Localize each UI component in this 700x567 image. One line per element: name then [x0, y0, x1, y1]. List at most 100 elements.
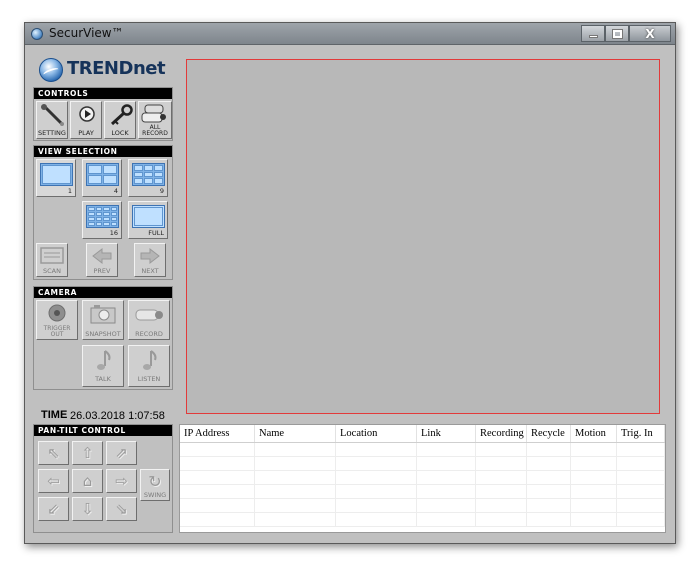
pan-left-button[interactable]: ⇦	[38, 469, 69, 493]
lock-label: LOCK	[111, 129, 129, 137]
table-row[interactable]	[180, 471, 665, 485]
close-button[interactable]: X	[629, 25, 671, 42]
minimize-button[interactable]	[581, 25, 605, 42]
arrow-down-left-icon: ⇙	[47, 500, 60, 518]
scan-button[interactable]: SCAN	[36, 243, 68, 277]
play-icon	[79, 106, 95, 122]
pan-down-left-button[interactable]: ⇙	[38, 497, 69, 521]
scan-icon	[40, 247, 64, 264]
table-cell	[476, 443, 527, 456]
play-button[interactable]: PLAY	[70, 101, 102, 139]
trendnet-logo: TRENDnet	[39, 55, 173, 85]
pan-up-left-button[interactable]: ⇖	[38, 441, 69, 465]
view-16-button[interactable]: 16	[82, 201, 122, 239]
talk-note-icon	[97, 350, 111, 370]
table-cell	[617, 499, 665, 512]
logo-text: TRENDnet	[67, 58, 166, 79]
table-row[interactable]	[180, 513, 665, 527]
table-cell	[617, 485, 665, 498]
pan-down-button[interactable]: ⇩	[72, 497, 103, 521]
view-selection-header: VIEW SELECTION	[34, 146, 172, 157]
column-header-ip-address[interactable]: IP Address	[180, 425, 255, 442]
view-9-label: 9	[159, 187, 164, 195]
listen-label: LISTEN	[137, 375, 161, 383]
table-cell	[180, 499, 255, 512]
column-header-link[interactable]: Link	[417, 425, 476, 442]
column-header-recycle[interactable]: Recycle	[527, 425, 571, 442]
column-header-trig-in[interactable]: Trig. In	[617, 425, 665, 442]
view-1-button[interactable]: 1	[36, 159, 76, 197]
view-4-label: 4	[113, 187, 118, 195]
setting-button[interactable]: SETTING	[36, 101, 68, 139]
table-cell	[617, 471, 665, 484]
table-cell	[417, 443, 476, 456]
swing-rotate-icon: ↻	[148, 471, 162, 491]
table-cell	[180, 443, 255, 456]
app-window: SecurView™ X TRENDnet CONTROLS SETTING P…	[24, 22, 676, 544]
table-cell	[417, 471, 476, 484]
snapshot-label: SNAPSHOT	[85, 330, 121, 338]
table-cell	[336, 471, 417, 484]
table-cell	[417, 513, 476, 526]
snapshot-button[interactable]: SNAPSHOT	[82, 300, 124, 340]
title-bar[interactable]: SecurView™ X	[25, 23, 675, 45]
table-cell	[617, 457, 665, 470]
table-cell	[180, 457, 255, 470]
video-display-area[interactable]	[186, 59, 660, 414]
controls-panel: CONTROLS SETTING PLAY LOCK ALL RECORD	[33, 87, 173, 141]
view-full-label: FULL	[148, 229, 164, 237]
table-cell	[336, 499, 417, 512]
pan-right-button[interactable]: ⇨	[106, 469, 137, 493]
trigger-out-label: TRIGGER OUT	[43, 325, 71, 338]
all-record-label: ALL RECORD	[142, 124, 168, 137]
prev-button[interactable]: PREV	[86, 243, 118, 277]
talk-button[interactable]: TALK	[82, 345, 124, 387]
view-4-button[interactable]: 4	[82, 159, 122, 197]
table-cell	[571, 485, 617, 498]
table-body	[180, 443, 665, 527]
next-button[interactable]: NEXT	[134, 243, 166, 277]
table-row[interactable]	[180, 485, 665, 499]
key-icon	[110, 104, 133, 126]
view-16-label: 16	[109, 229, 118, 237]
scan-label: SCAN	[43, 267, 61, 275]
table-cell	[617, 513, 665, 526]
table-cell	[571, 471, 617, 484]
listen-button[interactable]: LISTEN	[128, 345, 170, 387]
logo-globe-icon	[39, 58, 63, 82]
pan-up-button[interactable]: ⇧	[72, 441, 103, 465]
table-row[interactable]	[180, 499, 665, 513]
view-9-button[interactable]: 9	[128, 159, 168, 197]
column-header-motion[interactable]: Motion	[571, 425, 617, 442]
all-record-button[interactable]: ALL RECORD	[138, 101, 172, 139]
table-cell	[617, 443, 665, 456]
table-cell	[255, 499, 336, 512]
record-camera-icon	[135, 309, 163, 321]
swing-button[interactable]: ↻ SWING	[140, 469, 170, 501]
table-row[interactable]	[180, 443, 665, 457]
table-cell	[255, 513, 336, 526]
lock-button[interactable]: LOCK	[104, 101, 136, 139]
quad-view-icon	[86, 163, 119, 186]
pan-up-right-button[interactable]: ⇗	[106, 441, 137, 465]
fullscreen-view-icon	[132, 205, 165, 228]
table-cell	[476, 513, 527, 526]
pan-tilt-panel: PAN-TILT CONTROL ⇖ ⇧ ⇗ ⇦ ⌂ ⇨ ⇙ ⇩ ⇘ ↻ SWI…	[33, 424, 173, 533]
view-1-label: 1	[67, 187, 72, 195]
maximize-button[interactable]	[605, 25, 629, 42]
arrow-up-left-icon: ⇖	[47, 444, 60, 462]
column-header-location[interactable]: Location	[336, 425, 417, 442]
maximize-icon	[611, 28, 623, 39]
record-button[interactable]: RECORD	[128, 300, 170, 340]
single-view-icon	[40, 163, 73, 186]
trigger-out-button[interactable]: TRIGGER OUT	[36, 300, 78, 340]
arrow-up-icon: ⇧	[81, 444, 94, 462]
table-cell	[180, 471, 255, 484]
column-header-name[interactable]: Name	[255, 425, 336, 442]
pan-down-right-button[interactable]: ⇘	[106, 497, 137, 521]
listen-note-icon	[143, 350, 157, 370]
column-header-recording[interactable]: Recording	[476, 425, 527, 442]
pan-home-button[interactable]: ⌂	[72, 469, 103, 493]
table-row[interactable]	[180, 457, 665, 471]
view-full-button[interactable]: FULL	[128, 201, 168, 239]
